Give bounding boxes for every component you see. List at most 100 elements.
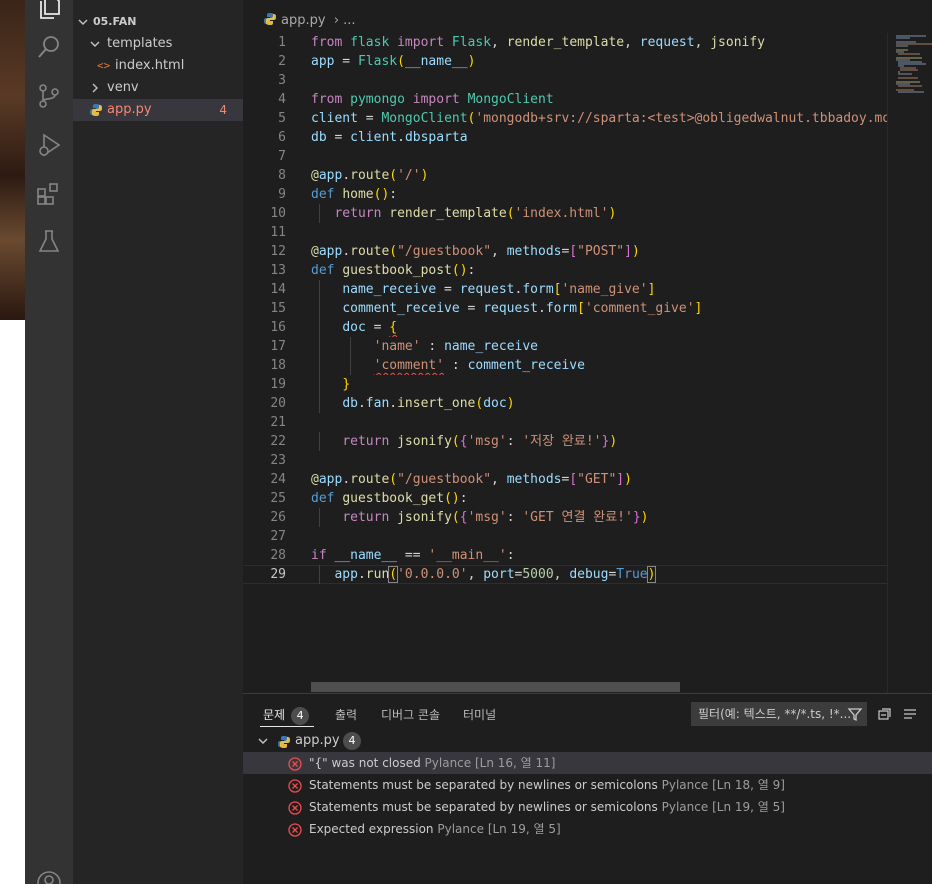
- tab-problems[interactable]: 문제 4: [263, 706, 310, 725]
- error-icon: [288, 800, 302, 815]
- source-control-icon[interactable]: [36, 83, 62, 109]
- code-text: @app.route('/'): [311, 168, 429, 183]
- code-line[interactable]: 12 @app.route("/guestbook", methods=["POS…: [243, 242, 888, 261]
- code-line[interactable]: 27: [243, 527, 888, 546]
- accounts-icon[interactable]: [36, 870, 62, 884]
- line-number: 11: [270, 225, 286, 240]
- problem-item[interactable]: Expected expression Pylance [Ln 19, 열 5]: [243, 818, 932, 840]
- tree-item-index-html[interactable]: <> index.html: [73, 55, 243, 77]
- search-icon[interactable]: [36, 34, 62, 60]
- minimap[interactable]: [887, 33, 932, 693]
- code-text: return render_template('index.html'): [311, 204, 888, 223]
- breadcrumb-file[interactable]: app.py: [281, 13, 326, 28]
- code-line[interactable]: 5 client = MongoClient('mongodb+srv://spa…: [243, 109, 888, 128]
- problems-file-group[interactable]: app.py 4: [243, 730, 932, 752]
- code-line-current[interactable]: 29 app.run('0.0.0.0', port=5000, debug=T…: [243, 565, 888, 584]
- code-text: 'comment' : comment_receive: [311, 356, 888, 375]
- view-as-tree-icon[interactable]: [902, 706, 918, 722]
- code-text: client = MongoClient('mongodb+srv://spar…: [311, 111, 888, 126]
- python-file-icon: [277, 734, 291, 748]
- filter-icon[interactable]: [847, 706, 863, 722]
- code-line[interactable]: 28 if __name__ == '__main__':: [243, 546, 888, 565]
- tree-item-label: index.html: [115, 58, 185, 73]
- code-line[interactable]: 4 from pymongo import MongoClient: [243, 90, 888, 109]
- problem-item[interactable]: Statements must be separated by newlines…: [243, 796, 932, 818]
- code-text: if __name__ == '__main__':: [311, 548, 515, 563]
- line-number: 17: [270, 339, 286, 354]
- tab-debug-console[interactable]: 디버그 콘솔: [381, 706, 440, 723]
- line-number: 7: [278, 149, 286, 164]
- problem-item[interactable]: Statements must be separated by newlines…: [243, 774, 932, 796]
- code-line[interactable]: 25 def guestbook_get():: [243, 489, 888, 508]
- line-number: 4: [278, 92, 286, 107]
- line-number: 19: [270, 377, 286, 392]
- code-line[interactable]: 24 @app.route("/guestbook", methods=["GET…: [243, 470, 888, 489]
- tab-output[interactable]: 출력: [335, 706, 357, 723]
- code-line[interactable]: 2 app = Flask(__name__): [243, 52, 888, 71]
- run-debug-icon[interactable]: [36, 132, 62, 158]
- tab-terminal[interactable]: 터미널: [463, 706, 496, 723]
- code-line[interactable]: 19 }: [243, 375, 888, 394]
- breadcrumb-symbol[interactable]: ...: [343, 13, 355, 28]
- code-text: from pymongo import MongoClient: [311, 92, 554, 107]
- code-line[interactable]: 26 return jsonify({'msg': 'GET 연결 완료!'}): [243, 508, 888, 527]
- code-line[interactable]: 6 db = client.dbsparta: [243, 128, 888, 147]
- active-tab-indicator: [260, 726, 314, 727]
- line-number: 3: [278, 73, 286, 88]
- code-line[interactable]: 13 def guestbook_post():: [243, 261, 888, 280]
- code-line[interactable]: 9 def home():: [243, 185, 888, 204]
- code-line[interactable]: 20 db.fan.insert_one(doc): [243, 394, 888, 413]
- code-line[interactable]: 11: [243, 223, 888, 242]
- code-line[interactable]: 8 @app.route('/'): [243, 166, 888, 185]
- problems-count-badge: 4: [291, 707, 310, 725]
- code-line[interactable]: 16 doc = {: [243, 318, 888, 337]
- tree-item-label: venv: [107, 80, 139, 95]
- code-line[interactable]: 22 return jsonify({'msg': '저장 완료!'}): [243, 432, 888, 451]
- code-text: doc = {: [311, 318, 888, 337]
- problems-file-count: 4: [343, 732, 361, 750]
- error-icon: [288, 756, 302, 771]
- line-number: 16: [270, 320, 286, 335]
- code-line[interactable]: 23: [243, 451, 888, 470]
- extensions-icon[interactable]: [36, 181, 62, 207]
- code-line[interactable]: 10 return render_template('index.html'): [243, 204, 888, 223]
- code-line[interactable]: 15 comment_receive = request.form['comme…: [243, 299, 888, 318]
- code-text: @app.route("/guestbook", methods=["GET"]…: [311, 472, 632, 487]
- tree-item-templates[interactable]: templates: [73, 33, 243, 55]
- code-lines[interactable]: 1 from flask import Flask, render_templat…: [243, 33, 888, 584]
- code-line[interactable]: 7: [243, 147, 888, 166]
- line-number: 21: [270, 415, 286, 430]
- collapse-all-icon[interactable]: [876, 706, 892, 722]
- line-number: 10: [270, 206, 286, 221]
- code-line[interactable]: 14 name_receive = request.form['name_giv…: [243, 280, 888, 299]
- line-number: 18: [270, 358, 286, 373]
- line-number: 28: [270, 548, 286, 563]
- problems-filter-input[interactable]: 필터(예: 텍스트, **/*.ts, !*...: [691, 702, 867, 726]
- chevron-down-icon: [257, 730, 269, 752]
- python-file-icon: [263, 12, 277, 26]
- line-number: 29: [270, 567, 286, 582]
- code-line[interactable]: 21: [243, 413, 888, 432]
- code-line[interactable]: 17 'name' : name_receive: [243, 337, 888, 356]
- explorer-folder-root[interactable]: 05.FAN: [73, 11, 243, 33]
- code-line[interactable]: 3: [243, 71, 888, 90]
- error-icon: [288, 822, 302, 837]
- line-number: 2: [278, 54, 286, 69]
- horizontal-scrollbar[interactable]: [311, 682, 680, 692]
- code-line[interactable]: 18 'comment' : comment_receive: [243, 356, 888, 375]
- code-text: db.fan.insert_one(doc): [311, 394, 888, 413]
- problem-item[interactable]: "{" was not closed Pylance [Ln 16, 열 11]: [243, 752, 932, 774]
- code-editor[interactable]: app.py › ... 1 from flask import Flask, r…: [243, 0, 932, 693]
- error-count-badge: 4: [219, 103, 227, 117]
- code-line[interactable]: 1 from flask import Flask, render_templat…: [243, 33, 888, 52]
- explorer-sidebar: 05.FAN templates <> index.html venv app.…: [73, 0, 243, 884]
- line-number: 27: [270, 529, 286, 544]
- code-text: def home():: [311, 187, 398, 202]
- tree-item-app-py[interactable]: app.py 4: [73, 99, 243, 121]
- line-number: 25: [270, 491, 286, 506]
- line-number: 5: [278, 111, 286, 126]
- files-icon[interactable]: [36, 0, 62, 20]
- tree-item-venv[interactable]: venv: [73, 77, 243, 99]
- testing-icon[interactable]: [36, 228, 62, 254]
- line-number: 20: [270, 396, 286, 411]
